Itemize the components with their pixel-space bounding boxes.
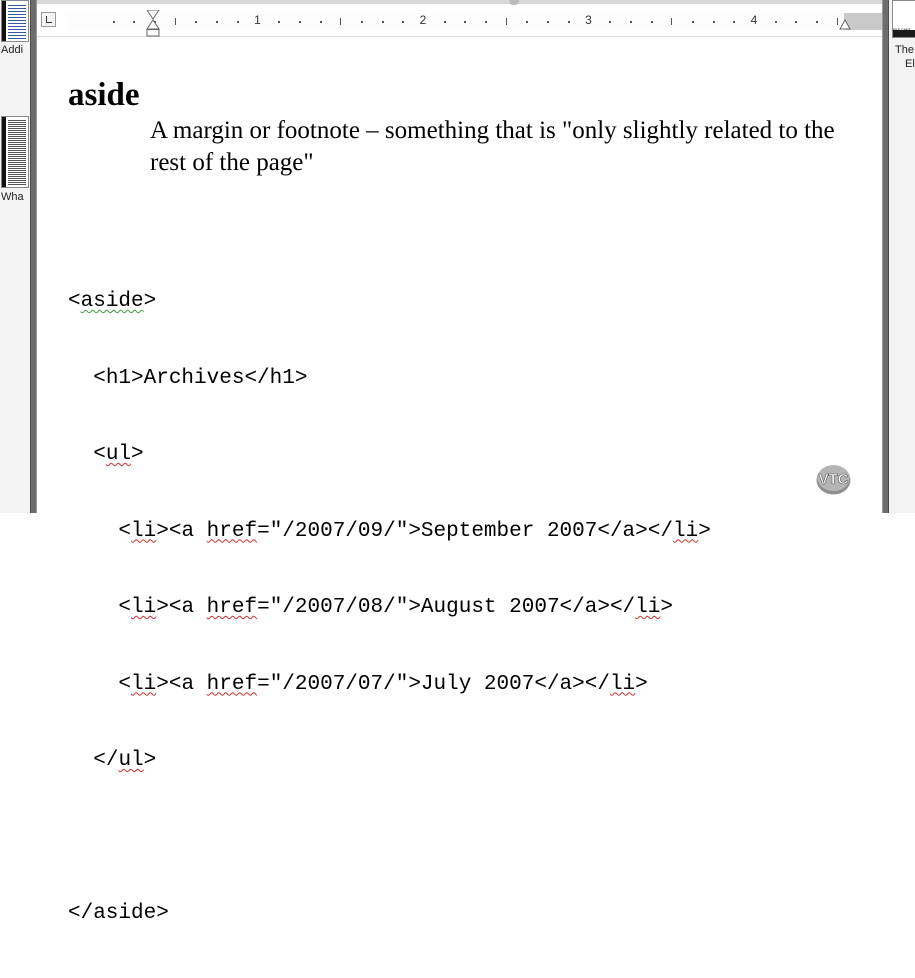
ruler-tick bbox=[547, 21, 550, 23]
ruler-tick bbox=[609, 21, 612, 23]
ruler-tick bbox=[526, 21, 529, 23]
ruler-tick bbox=[133, 21, 136, 23]
window-thumbnail-3[interactable]: RLS CANT bbox=[892, 0, 915, 38]
code-line-6: <li><a href="/2007/07/">July 2007</a></l… bbox=[118, 672, 648, 696]
document-heading: aside bbox=[68, 77, 140, 113]
ruler-number: 4 bbox=[750, 13, 758, 27]
ruler-bar[interactable] bbox=[67, 13, 882, 30]
code-line-3: <ul> bbox=[93, 443, 144, 466]
ruler-tick bbox=[629, 21, 632, 23]
ruler-tick bbox=[195, 21, 198, 23]
document-page[interactable]: aside A margin or footnote – something t… bbox=[37, 37, 882, 925]
code-line-9: </aside> bbox=[68, 902, 169, 925]
left-thumbnail-strip: Addi Wha bbox=[0, 0, 31, 513]
ruler-tick bbox=[443, 21, 446, 23]
code-block: <aside> <h1>Archives</h1> <ul> <li><a hr… bbox=[68, 238, 711, 978]
ruler-tick bbox=[402, 21, 405, 23]
ruler-tick bbox=[816, 21, 819, 23]
window-frame-left bbox=[30, 0, 37, 513]
ruler-tick bbox=[112, 21, 115, 23]
right-indent-marker-icon[interactable] bbox=[839, 19, 851, 31]
code-line-4: <li><a href="/2007/09/">September 2007</… bbox=[118, 519, 711, 543]
ruler-tick bbox=[733, 21, 736, 23]
ruler-tick bbox=[381, 21, 384, 23]
ruler-tick bbox=[340, 18, 342, 25]
ruler-tick bbox=[464, 21, 467, 23]
indent-marker-icon[interactable] bbox=[146, 10, 160, 37]
svg-text:VTC: VTC bbox=[819, 471, 849, 488]
window-thumbnail-2-label: Wha bbox=[1, 191, 24, 203]
ruler-number: 3 bbox=[585, 13, 592, 27]
window-frame-right bbox=[882, 0, 889, 513]
ruler-tick bbox=[691, 21, 694, 23]
ruler-tick bbox=[174, 18, 176, 25]
ruler-tick bbox=[216, 21, 219, 23]
code-line-5: <li><a href="/2007/08/">August 2007</a><… bbox=[118, 596, 673, 619]
horizontal-ruler: 1 2 3 4 bbox=[37, 0, 882, 37]
ruler-tick bbox=[505, 18, 507, 25]
ruler-tick bbox=[236, 21, 239, 23]
ruler-tick bbox=[795, 21, 798, 23]
code-line-1: <aside> bbox=[68, 290, 157, 313]
ruler-tick bbox=[298, 21, 301, 23]
window-thumbnail-3-label-line-2: El bbox=[905, 58, 915, 70]
ruler-tick bbox=[671, 18, 673, 25]
ruler-tick bbox=[278, 21, 281, 23]
tab-selector-icon[interactable] bbox=[41, 12, 56, 27]
right-thumbnail-strip: RLS CANT The El bbox=[889, 0, 915, 513]
window-thumbnail-1-label: Addi bbox=[1, 44, 24, 56]
ruler-tick bbox=[319, 21, 322, 23]
window-thumbnail-2[interactable] bbox=[1, 116, 29, 188]
ruler-tick bbox=[712, 21, 715, 23]
document-description: A margin or footnote – something that is… bbox=[150, 117, 835, 176]
ruler-tick bbox=[836, 18, 838, 25]
window-thumbnail-1[interactable] bbox=[1, 0, 29, 42]
ruler-tick bbox=[650, 21, 653, 23]
code-line-7: </ul> bbox=[93, 749, 157, 772]
ruler-top-edge bbox=[37, 0, 882, 4]
ruler-tick bbox=[485, 21, 488, 23]
vtc-logo-icon: VTC bbox=[816, 465, 851, 495]
ruler-tick bbox=[774, 21, 777, 23]
window-thumbnail-3-label-line-1: The bbox=[895, 44, 914, 56]
ruler-number: 2 bbox=[419, 13, 427, 27]
scroll-nub bbox=[509, 0, 519, 5]
code-line-2: <h1>Archives</h1> bbox=[93, 366, 308, 390]
ruler-tick bbox=[360, 21, 363, 23]
ruler-tick bbox=[567, 21, 570, 23]
ruler-number: 1 bbox=[254, 13, 261, 27]
